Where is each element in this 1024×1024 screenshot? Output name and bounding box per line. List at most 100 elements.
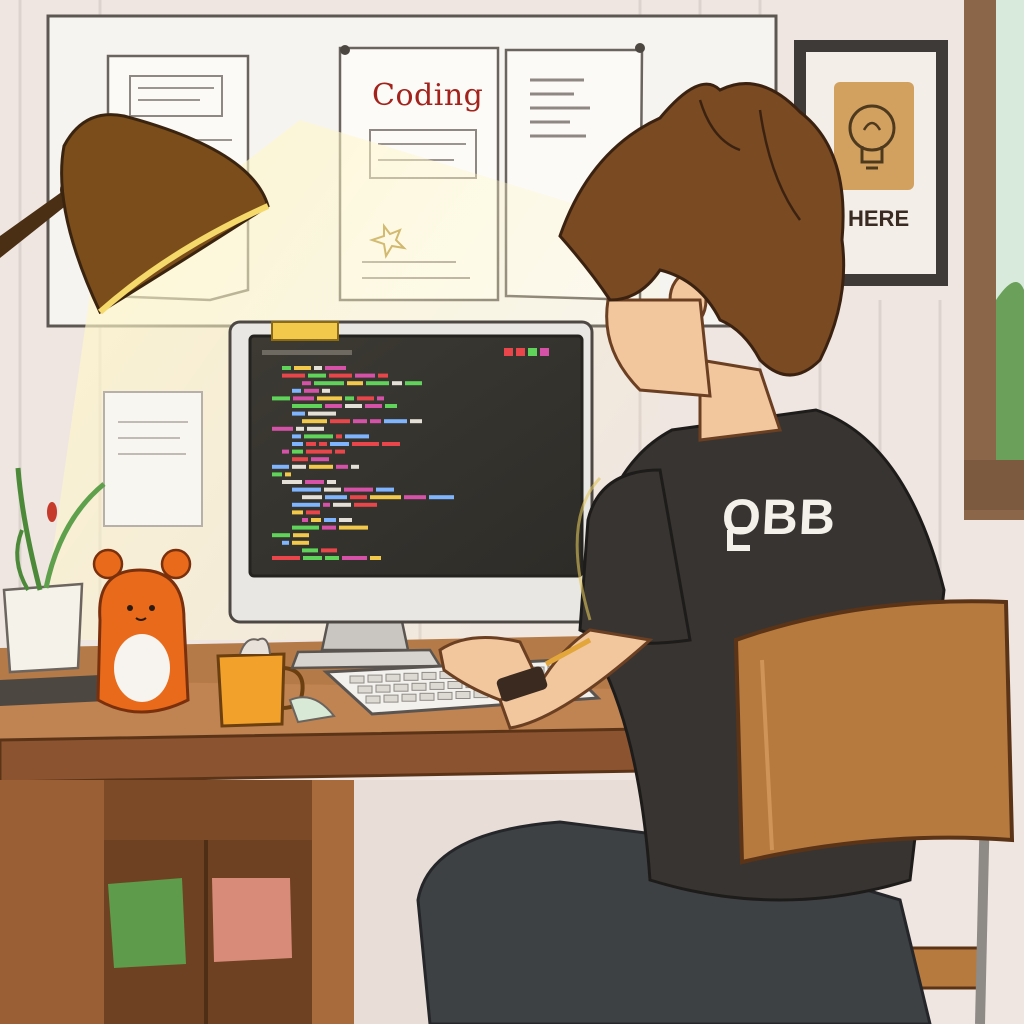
code-token [352,442,379,446]
code-token [325,404,342,408]
lightbulb-poster-caption: HERE [848,206,910,231]
code-token [302,419,327,424]
code-token [308,373,326,378]
paper-back [103,391,203,527]
code-token [339,518,352,522]
code-token [345,396,354,401]
code-token [293,396,314,401]
code-token [311,518,321,522]
code-token [382,442,400,446]
code-token [292,540,309,545]
code-token [302,518,308,522]
code-token [322,388,330,393]
code-token [333,502,351,507]
code-token [323,502,330,507]
code-token [272,533,290,538]
keyboard-key [357,685,373,694]
code-token [282,480,302,484]
window-control-dot [540,348,549,356]
code-token [306,449,332,454]
code-token [319,442,327,446]
code-token [296,426,304,431]
window [964,0,1024,520]
code-token [336,434,342,439]
code-token [385,404,397,408]
code-token [282,540,289,545]
code-token [330,442,349,446]
code-token [327,480,336,484]
code-token [293,533,309,538]
code-token [311,457,329,462]
code-token [404,495,426,500]
keyboard-key [365,695,381,704]
code-token [314,381,344,386]
keyboard-key [419,692,435,701]
code-token [302,381,311,386]
code-token [282,373,305,378]
code-token [329,373,352,378]
code-token [335,449,345,454]
code-token [306,442,316,446]
window-control-dot [516,348,525,356]
code-token [355,373,375,378]
code-token [304,434,333,439]
code-token [336,464,348,469]
keyboard-key [447,681,463,689]
code-token [309,464,333,469]
chair-back [733,599,1015,865]
window-control-dot [504,348,513,356]
code-token [292,434,301,439]
code-token [294,366,311,370]
keyboard-key [421,671,437,680]
code-token [377,396,384,401]
code-token [350,495,367,500]
keyboard-key [349,675,365,684]
code-token [405,381,422,386]
code-token [392,381,402,386]
code-token [370,556,381,560]
code-token [351,464,359,469]
keyboard-key [455,691,471,699]
coding-poster-title: Coding [372,78,484,113]
code-token [325,366,346,370]
code-token [272,556,300,560]
code-token [302,495,322,500]
code-token [292,502,320,507]
code-token [292,388,301,393]
code-token [324,487,341,492]
code-token [285,472,291,477]
code-token [376,487,394,492]
code-token [314,366,322,370]
code-token [321,548,337,553]
code-token [272,426,293,431]
editor-tab-bar [262,350,352,355]
code-token [305,480,324,484]
code-token [410,419,422,424]
code-token [344,487,373,492]
code-token [292,411,305,416]
code-token [272,472,282,477]
code-token [366,381,389,386]
code-token [345,434,369,439]
code-token [302,548,318,553]
keyboard-key [393,683,409,692]
code-token [339,525,368,530]
code-token [384,419,407,424]
code-token [429,495,454,500]
code-token [370,419,381,424]
code-token [324,518,336,522]
code-token [365,404,382,408]
code-token [317,396,342,401]
keyboard-key [401,693,417,702]
code-token [292,510,303,515]
shirt-lettering: OBB [720,489,838,545]
code-token [325,556,339,560]
keyboard-key [375,684,391,693]
scene-artwork [0,0,1024,1024]
code-token [378,373,388,378]
code-token [292,449,303,454]
code-token [303,556,322,560]
code-token [354,502,377,507]
orange-toy [92,548,192,714]
code-token [272,464,289,469]
